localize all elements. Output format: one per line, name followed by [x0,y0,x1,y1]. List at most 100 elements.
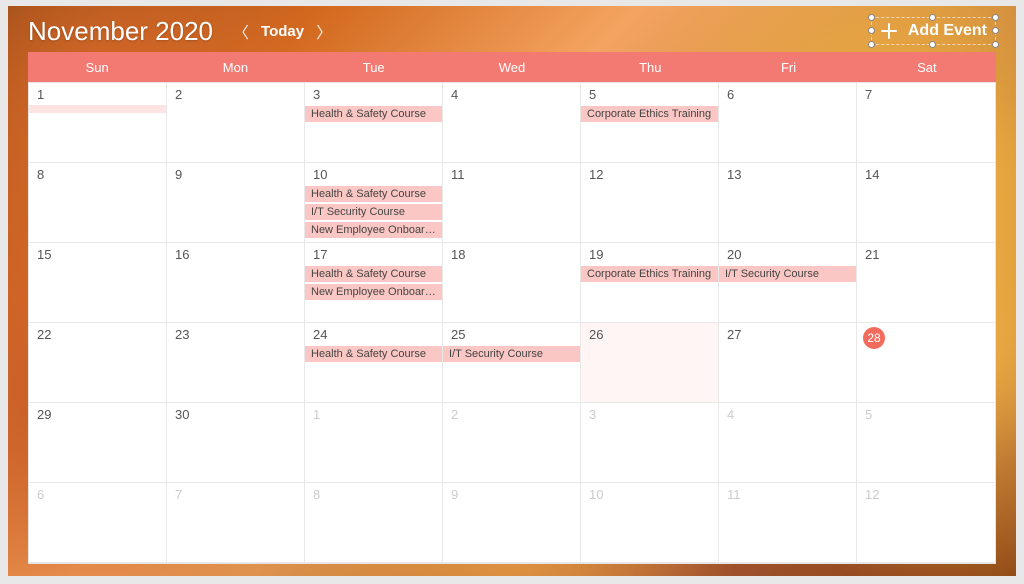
calendar-event[interactable]: Health & Safety Course [305,266,442,282]
day-cell[interactable]: 22 [29,323,167,403]
day-cell[interactable]: 17Health & Safety Course New Employee Onb… [305,243,443,323]
day-number: 30 [167,403,304,425]
day-cell[interactable]: 8 [29,163,167,243]
day-number: 24 [305,323,442,345]
calendar-event[interactable]: Health & Safety Course [305,346,442,362]
day-cell[interactable]: 13 [719,163,857,243]
calendar-event[interactable]: I/T Security Course [443,346,580,362]
day-cell[interactable]: 6 [719,83,857,163]
calendar-event[interactable]: Health & Safety Course [305,186,442,202]
day-number: 14 [857,163,995,185]
day-number: 4 [719,403,856,425]
calendar-event[interactable]: Corporate Ethics Training [581,106,718,122]
selection-handle[interactable] [929,14,936,21]
day-number: 25 [443,323,580,345]
day-cell[interactable]: 2 [167,83,305,163]
selection-handle[interactable] [929,41,936,48]
day-number: 5 [857,403,995,425]
next-month-button[interactable]: 〉 [316,19,332,43]
day-cell[interactable]: 3Health & Safety Course [305,83,443,163]
calendar-widget: November 2020 〈 Today 〉 Add Event Sun Mo… [8,6,1016,576]
day-number: 2 [167,83,304,105]
day-cell[interactable]: 3 [581,403,719,483]
weekday-header: Sat [858,52,996,82]
day-cell[interactable]: 21 [857,243,995,323]
day-cell[interactable]: 27 [719,323,857,403]
day-cell[interactable]: 2 [443,403,581,483]
day-number: 7 [857,83,995,105]
day-cell[interactable]: 12 [857,483,995,563]
selection-handle[interactable] [992,41,999,48]
today-button[interactable]: Today [261,23,304,40]
day-cell[interactable]: 11 [719,483,857,563]
day-cell[interactable]: 24Health & Safety Course [305,323,443,403]
day-number: 22 [29,323,166,345]
selection-handle[interactable] [868,27,875,34]
weekday-header: Fri [719,52,857,82]
day-cell[interactable]: 10Health & Safety CourseI/T Security Cou… [305,163,443,243]
day-number: 1 [305,403,442,425]
day-cell[interactable]: 4 [443,83,581,163]
day-cell[interactable]: 25I/T Security Course [443,323,581,403]
event-stub[interactable] [29,105,166,113]
day-cell[interactable]: 26 [581,323,719,403]
day-number: 19 [581,243,718,265]
day-cell[interactable]: 5 [857,403,995,483]
day-number: 11 [719,483,856,505]
weekday-header: Thu [581,52,719,82]
calendar-event[interactable]: New Employee Onboardi... [305,284,442,300]
day-number: 11 [443,163,580,185]
day-cell[interactable]: 4 [719,403,857,483]
day-cell[interactable]: 6 [29,483,167,563]
day-number: 15 [29,243,166,265]
day-cell[interactable]: 5Corporate Ethics Training [581,83,719,163]
day-cell[interactable]: 9 [443,483,581,563]
calendar-event[interactable]: I/T Security Course [719,266,856,282]
day-number: 29 [29,403,166,425]
day-cell[interactable]: 19Corporate Ethics Training [581,243,719,323]
day-cell[interactable]: 23 [167,323,305,403]
day-number: 28 [863,327,885,349]
selection-handle[interactable] [992,14,999,21]
add-event-button[interactable]: Add Event [871,17,996,45]
selection-handle[interactable] [992,27,999,34]
day-cell[interactable]: 28 [857,323,995,403]
day-cell[interactable]: 1 [29,83,167,163]
day-number: 9 [167,163,304,185]
day-cell[interactable]: 1 [305,403,443,483]
day-cell[interactable]: 15 [29,243,167,323]
day-cell[interactable]: 18 [443,243,581,323]
day-cell[interactable]: 14 [857,163,995,243]
add-event-label: Add Event [908,22,987,40]
day-cell[interactable]: 30 [167,403,305,483]
weekday-header: Mon [166,52,304,82]
day-number: 2 [443,403,580,425]
day-cell[interactable]: 7 [167,483,305,563]
selection-handle[interactable] [868,14,875,21]
day-number: 17 [305,243,442,265]
day-number: 7 [167,483,304,505]
day-cell[interactable]: 20I/T Security Course [719,243,857,323]
calendar-event[interactable]: Corporate Ethics Training [581,266,718,282]
day-number: 12 [581,163,718,185]
prev-month-button[interactable]: 〈 [233,19,249,43]
day-number: 1 [29,83,166,105]
day-cell[interactable]: 11 [443,163,581,243]
day-cell[interactable]: 8 [305,483,443,563]
day-cell[interactable]: 9 [167,163,305,243]
calendar-event[interactable]: I/T Security Course [305,204,442,220]
day-cell[interactable]: 10 [581,483,719,563]
day-cell[interactable]: 12 [581,163,719,243]
day-number: 13 [719,163,856,185]
day-cell[interactable]: 29 [29,403,167,483]
calendar-grid: 123Health & Safety Course45Corporate Eth… [28,82,996,564]
day-cell[interactable]: 7 [857,83,995,163]
selection-handle[interactable] [868,41,875,48]
calendar-event[interactable]: Health & Safety Course [305,106,442,122]
day-number: 23 [167,323,304,345]
weekday-header: Wed [443,52,581,82]
day-number: 16 [167,243,304,265]
calendar-event[interactable]: New Employee Onboardi... [305,222,442,238]
day-number: 12 [857,483,995,505]
day-cell[interactable]: 16 [167,243,305,323]
